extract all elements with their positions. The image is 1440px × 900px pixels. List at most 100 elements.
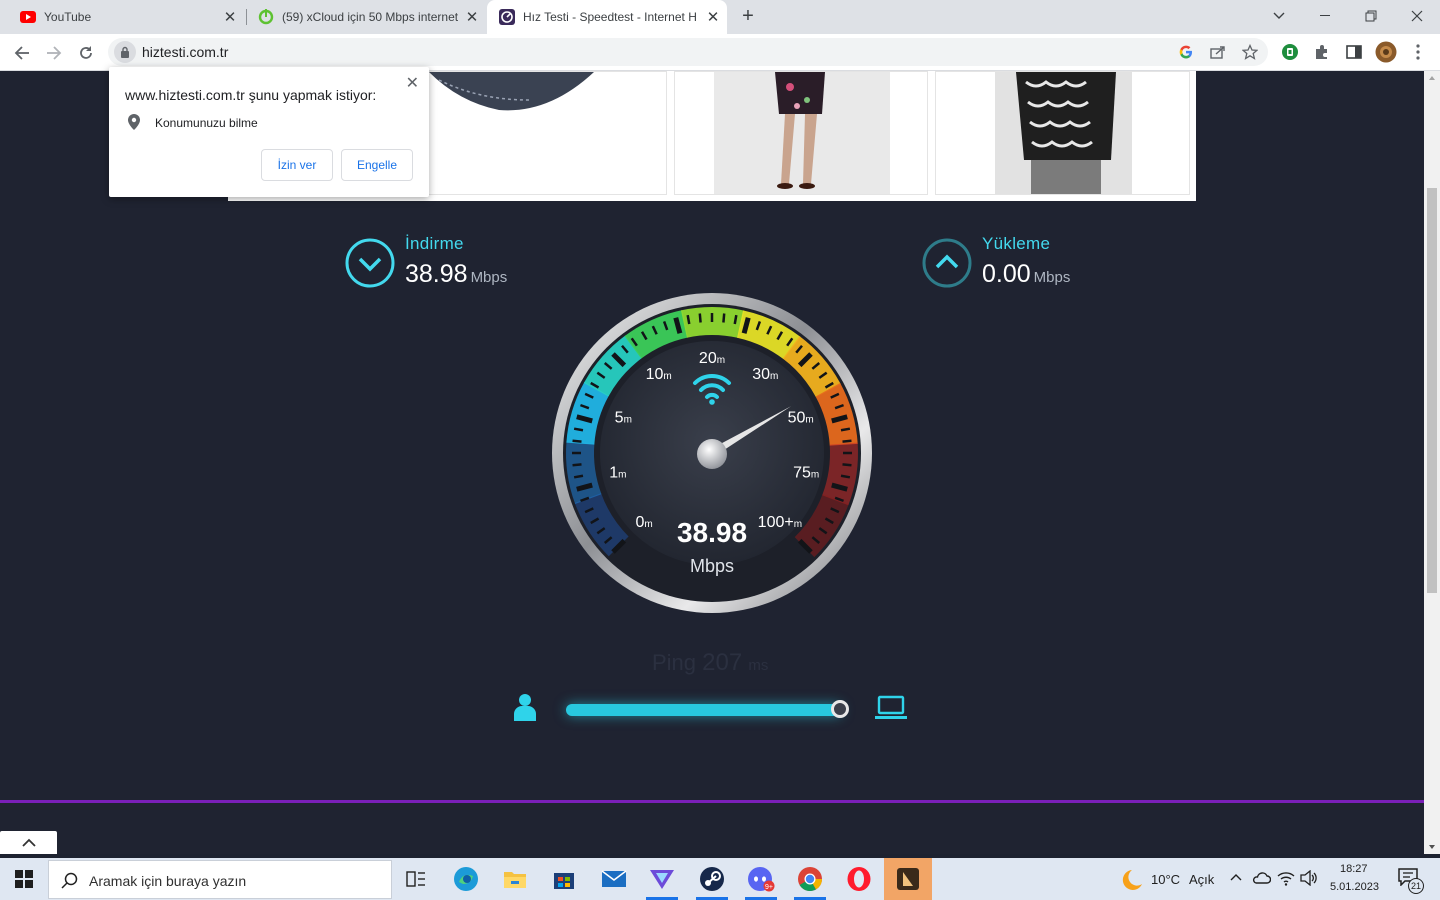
vpn-icon[interactable]: [638, 858, 686, 900]
chrome-icon[interactable]: [786, 858, 834, 900]
upload-unit: Mbps: [1033, 269, 1071, 286]
tab-xcloud[interactable]: (59) xCloud için 50 Mbps internet ✕: [238, 0, 486, 34]
volume-icon[interactable]: [1300, 869, 1318, 891]
tab-youtube[interactable]: YouTube ✕: [0, 0, 244, 34]
page-scrollbar[interactable]: [1424, 71, 1440, 854]
store-icon[interactable]: [540, 858, 588, 900]
gauge-tick: [686, 314, 691, 325]
user-icon: [514, 694, 536, 721]
extension-green-icon[interactable]: [1280, 42, 1300, 62]
new-tab-button[interactable]: +: [736, 5, 760, 29]
discord-icon[interactable]: 9+: [737, 858, 785, 900]
ping-readout: Ping 207 ms: [652, 649, 768, 677]
close-tab-icon[interactable]: ✕: [222, 8, 238, 26]
search-icon: [61, 872, 78, 889]
clock-time[interactable]: 18:27: [1340, 863, 1368, 875]
download-label: İndirme: [405, 234, 464, 253]
reload-button[interactable]: [73, 40, 99, 66]
restore-icon: [1365, 10, 1377, 22]
upload-label: Yükleme: [982, 234, 1051, 253]
chevron-up-icon: [21, 838, 36, 847]
close-tab-icon[interactable]: ✕: [705, 8, 721, 26]
laptop-icon: [875, 695, 907, 719]
upload-value: 0.00: [982, 260, 1031, 288]
menu-kebab-icon[interactable]: [1408, 42, 1428, 62]
section-divider: [0, 800, 1424, 803]
share-icon[interactable]: [1208, 42, 1228, 62]
gauge-tick: [572, 439, 582, 443]
ad-card-sweater[interactable]: [935, 71, 1190, 195]
skirt-model-image: [714, 72, 890, 194]
location-permission-popup: www.hiztesti.com.tr şunu yapmak istiyor:…: [109, 67, 429, 197]
download-icon: [345, 238, 395, 288]
scrollbar-thumb[interactable]: [1427, 188, 1437, 593]
mail-icon[interactable]: [590, 858, 638, 900]
scroll-top-button[interactable]: [0, 831, 57, 854]
weather-icon[interactable]: [1118, 868, 1144, 897]
gauge-tick: [733, 314, 738, 325]
scroll-up-arrow-icon: [1429, 76, 1435, 80]
gauge-tick: [842, 439, 852, 443]
close-window-button[interactable]: [1394, 0, 1440, 32]
taskbar: Aramak için buraya yazın 9+ 10°C Açık 18…: [0, 858, 1440, 900]
minimize-button[interactable]: [1302, 0, 1348, 32]
permission-title: www.hiztesti.com.tr şunu yapmak istiyor:: [125, 87, 377, 103]
url-text: hiztesti.com.tr: [142, 44, 229, 60]
task-view-icon[interactable]: [392, 858, 440, 900]
minimize-icon: [1320, 15, 1330, 16]
address-bar[interactable]: hiztesti.com.tr: [108, 38, 1268, 66]
gauge-tick: [840, 474, 851, 479]
tray-chevron-up-icon[interactable]: [1229, 871, 1243, 890]
allow-button[interactable]: İzin ver: [261, 149, 333, 181]
restore-button[interactable]: [1348, 0, 1394, 32]
ping-label: Ping: [652, 650, 697, 675]
gauge-tick: [698, 313, 702, 323]
bookmark-star-icon[interactable]: [1240, 42, 1260, 62]
lock-icon[interactable]: [114, 41, 136, 63]
close-tab-icon[interactable]: ✕: [464, 8, 480, 26]
sweater-model-image: [995, 72, 1132, 194]
gauge-tick: [842, 463, 852, 467]
google-icon[interactable]: [1176, 42, 1196, 62]
weather-temp[interactable]: 10°C: [1151, 872, 1180, 887]
close-icon: [1411, 10, 1423, 22]
tab-search-button[interactable]: [1256, 0, 1302, 32]
tab-title: YouTube: [44, 10, 92, 24]
app-icon[interactable]: [884, 858, 932, 900]
permission-item: Konumunuzu bilme: [155, 116, 258, 130]
tab-title: (59) xCloud için 50 Mbps internet: [282, 10, 459, 24]
gauge-unit: Mbps: [690, 556, 734, 576]
location-pin-icon: [128, 114, 140, 130]
tab-speedtest[interactable]: Hız Testi - Speedtest - Internet H ✕: [487, 0, 727, 34]
edge-icon[interactable]: [442, 858, 490, 900]
clock-date[interactable]: 5.01.2023: [1330, 881, 1379, 893]
forward-button[interactable]: [41, 40, 67, 66]
scroll-down-arrow-icon: [1429, 845, 1435, 849]
tab-title: Hız Testi - Speedtest - Internet H: [523, 10, 697, 24]
profile-avatar[interactable]: [1375, 41, 1397, 63]
steam-icon[interactable]: [688, 858, 736, 900]
ad-card-skirt[interactable]: [674, 71, 928, 195]
notifications-icon[interactable]: 21: [1398, 868, 1426, 894]
block-button[interactable]: Engelle: [341, 149, 413, 181]
close-icon[interactable]: ✕: [406, 73, 419, 93]
youtube-icon: [20, 9, 36, 25]
onedrive-cloud-icon[interactable]: [1251, 871, 1272, 890]
extensions-puzzle-icon[interactable]: [1312, 42, 1332, 62]
file-explorer-icon[interactable]: [491, 858, 539, 900]
download-value: 38.98: [405, 260, 468, 288]
back-button[interactable]: [9, 40, 35, 66]
svg-text:9+: 9+: [765, 884, 773, 891]
upload-value-row: 0.00 Mbps: [982, 260, 1070, 289]
wifi-tray-icon[interactable]: [1277, 870, 1295, 891]
taskbar-search[interactable]: Aramak için buraya yazın: [48, 860, 392, 899]
gauge-tick: [722, 313, 726, 323]
ping-unit: ms: [748, 657, 769, 674]
gauge-tick: [572, 463, 582, 467]
opera-icon[interactable]: [835, 858, 883, 900]
tab-strip: YouTube ✕ (59) xCloud için 50 Mbps inter…: [0, 0, 1440, 34]
start-button[interactable]: [0, 858, 48, 900]
weather-condition[interactable]: Açık: [1189, 872, 1214, 887]
side-panel-icon[interactable]: [1344, 42, 1364, 62]
upload-icon: [922, 238, 972, 288]
